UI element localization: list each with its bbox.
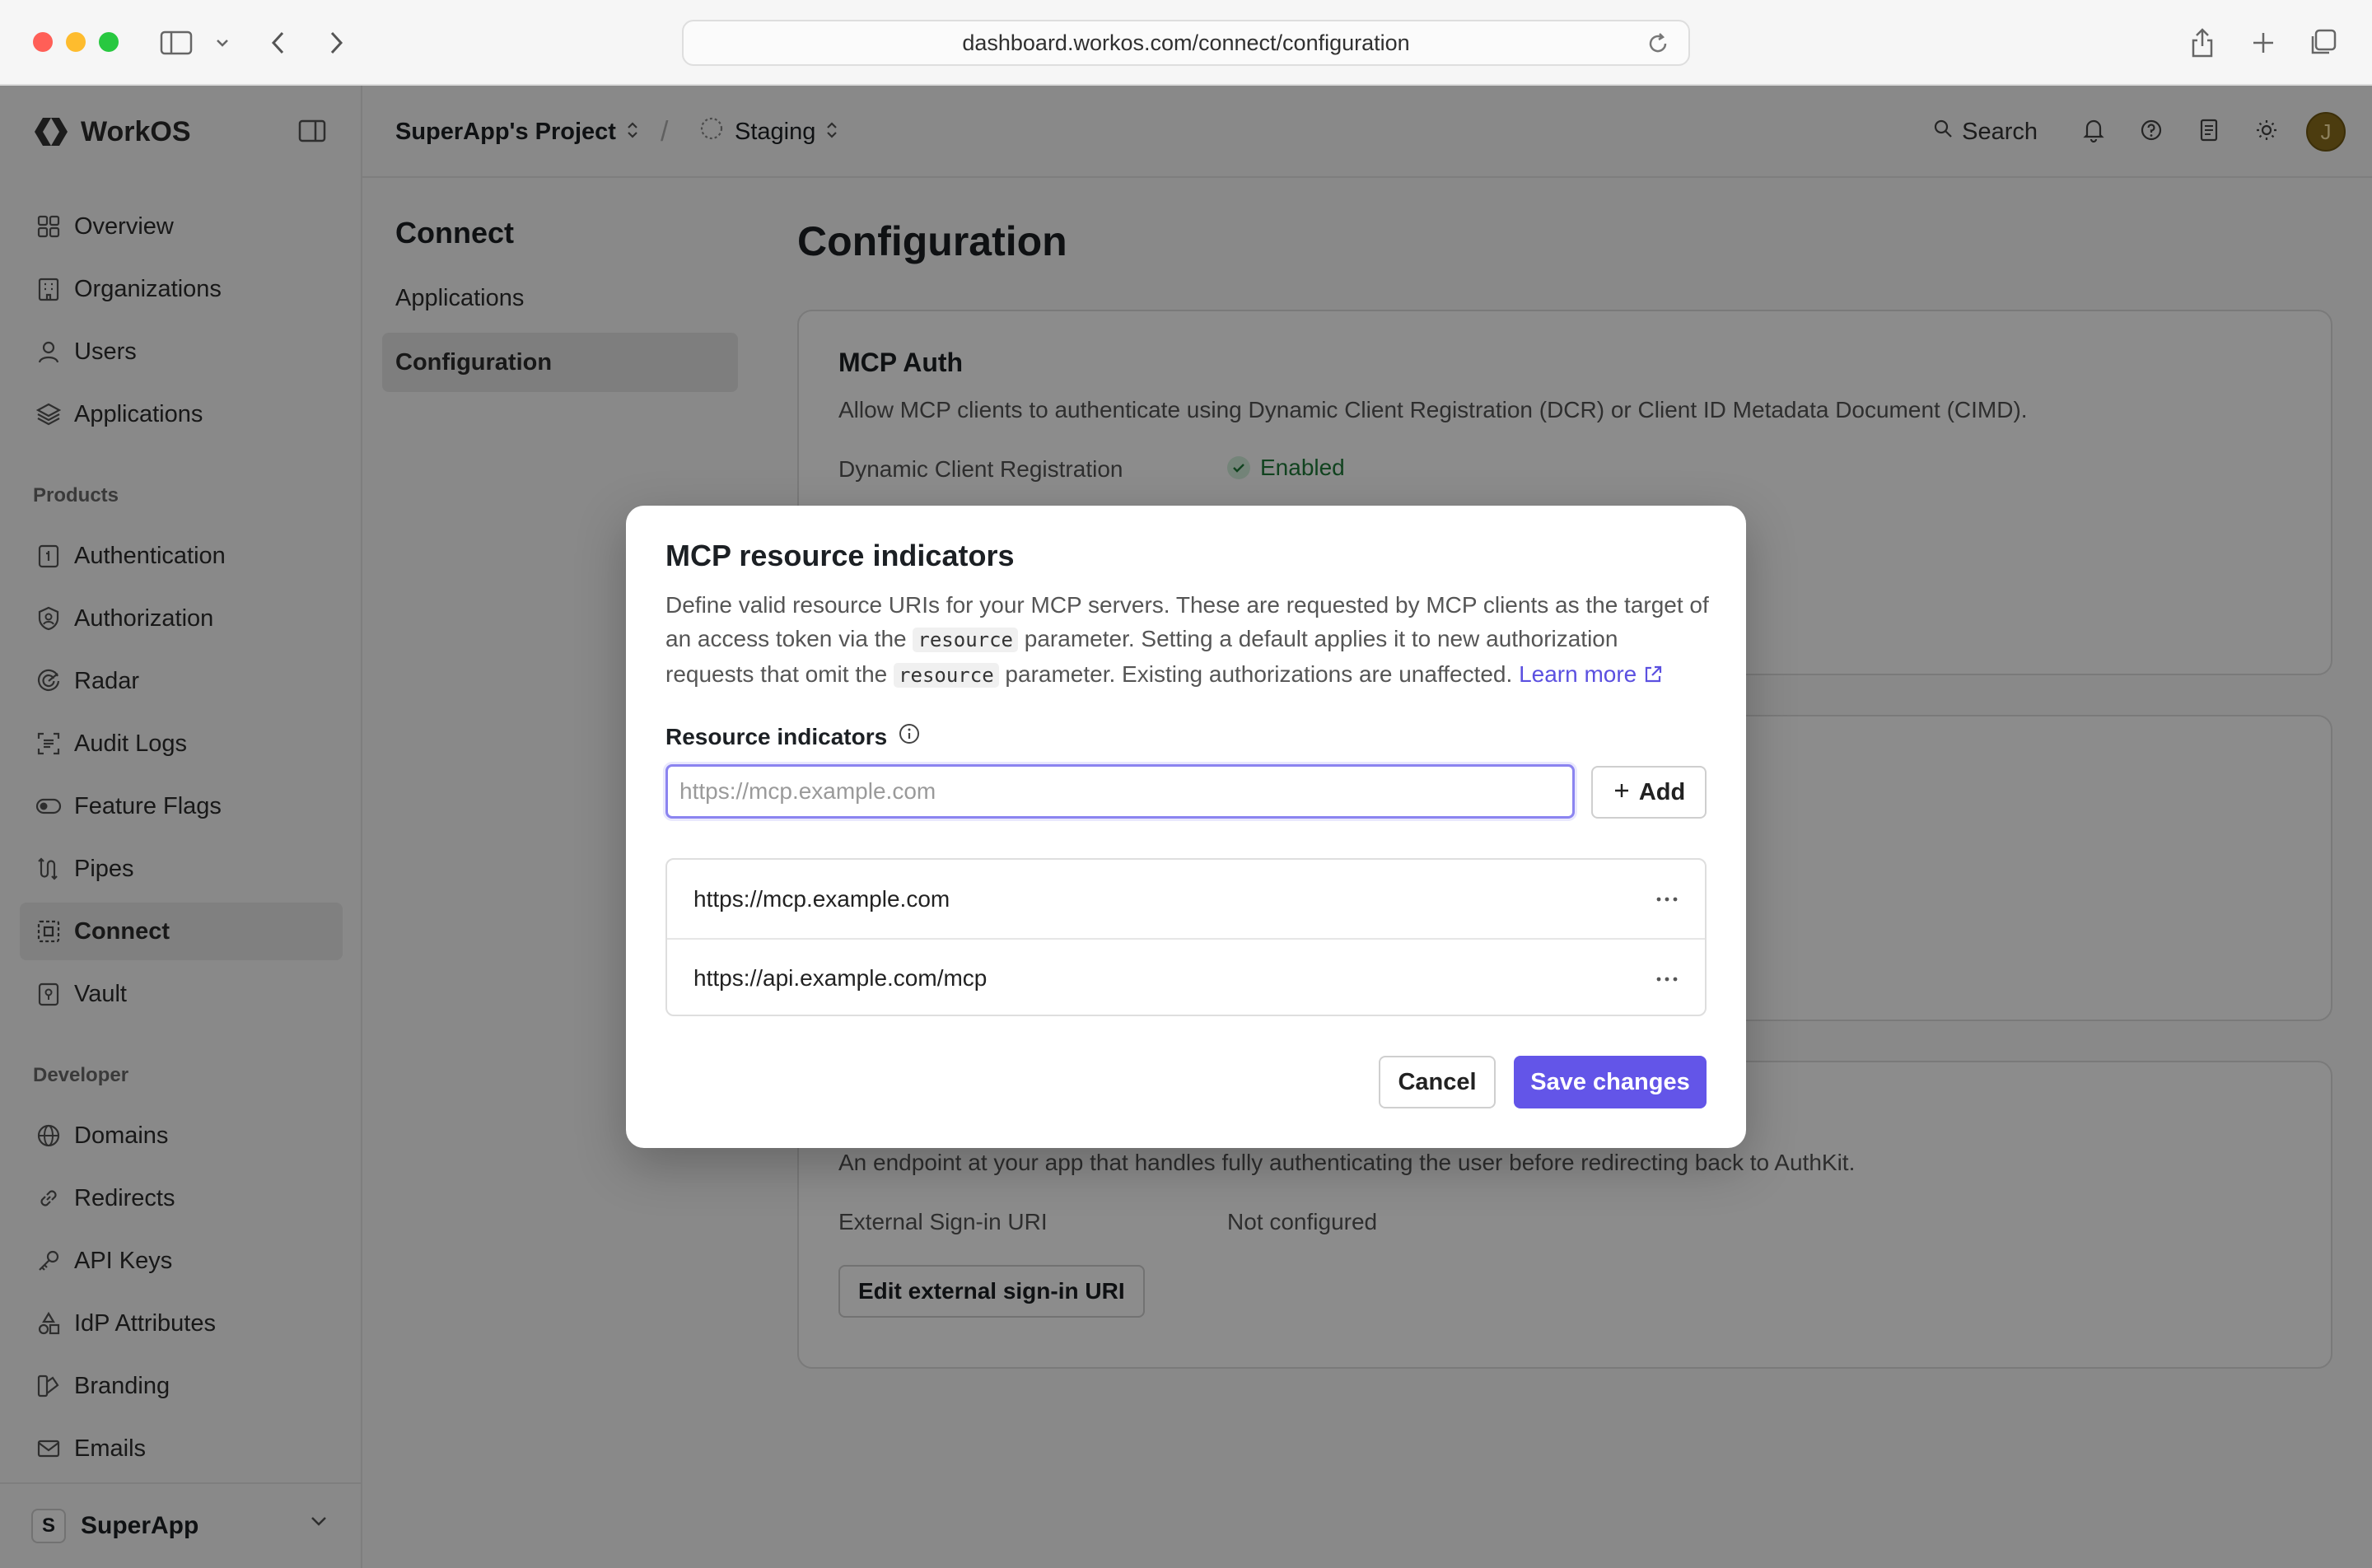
forward-icon[interactable] <box>318 25 354 61</box>
info-icon[interactable] <box>897 721 922 752</box>
chevron-down-icon[interactable] <box>206 25 239 61</box>
plus-icon <box>1613 779 1631 806</box>
close-window-button[interactable] <box>33 32 53 52</box>
learn-more-link[interactable]: Learn more <box>1519 661 1663 687</box>
indicator-uri: https://mcp.example.com <box>693 885 950 912</box>
minimize-window-button[interactable] <box>66 32 86 52</box>
reload-icon[interactable] <box>1646 31 1670 62</box>
indicator-uri: https://api.example.com/mcp <box>693 964 988 991</box>
resource-indicator-list: https://mcp.example.com https://api.exam… <box>665 858 1707 1016</box>
new-tab-icon[interactable] <box>2245 25 2281 61</box>
share-icon[interactable] <box>2184 25 2220 61</box>
sidebar-toggle-icon[interactable] <box>158 25 194 61</box>
save-changes-button[interactable]: Save changes <box>1514 1056 1707 1108</box>
dialog-description: Define valid resource URIs for your MCP … <box>665 588 1711 693</box>
learn-more-label: Learn more <box>1519 661 1637 687</box>
list-item: https://api.example.com/mcp <box>667 938 1705 1016</box>
tab-overview-icon[interactable] <box>2304 25 2341 61</box>
resource-code: resource <box>894 663 999 688</box>
cancel-button[interactable]: Cancel <box>1379 1056 1496 1108</box>
add-indicator-button[interactable]: Add <box>1591 766 1707 819</box>
address-bar[interactable]: dashboard.workos.com/connect/configurati… <box>682 20 1690 66</box>
url-text: dashboard.workos.com/connect/configurati… <box>962 30 1410 55</box>
more-options-icon[interactable] <box>1651 883 1683 916</box>
add-button-label: Add <box>1638 778 1686 805</box>
resource-indicators-label-text: Resource indicators <box>665 723 888 749</box>
resource-indicators-dialog: MCP resource indicators Define valid res… <box>626 506 1746 1148</box>
zoom-window-button[interactable] <box>99 32 119 52</box>
description-text: parameter. Existing authorizations are u… <box>998 661 1520 687</box>
resource-indicators-label: Resource indicators <box>665 721 922 752</box>
list-item: https://mcp.example.com <box>667 860 1705 938</box>
back-icon[interactable] <box>260 25 296 61</box>
resource-code: resource <box>913 628 1018 652</box>
resource-indicator-input[interactable] <box>665 764 1575 819</box>
external-link-icon <box>1643 661 1663 687</box>
dialog-title: MCP resource indicators <box>665 539 1015 572</box>
browser-toolbar: dashboard.workos.com/connect/configurati… <box>0 0 2372 86</box>
more-options-icon[interactable] <box>1651 963 1683 996</box>
